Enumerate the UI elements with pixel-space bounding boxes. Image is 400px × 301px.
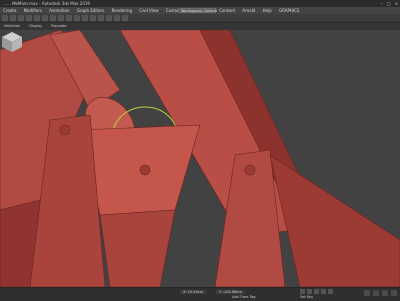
menu-arnold[interactable]: Arnold xyxy=(239,7,258,14)
render-setup-icon[interactable] xyxy=(114,15,120,21)
zoom-icon[interactable] xyxy=(364,290,370,296)
menu-civil-view[interactable]: Civil View xyxy=(136,7,161,14)
workspace-dropdown[interactable]: Workspaces: Default xyxy=(178,8,217,13)
ribbon-tab-selection[interactable]: Selection xyxy=(0,23,24,30)
menu-graphics[interactable]: GRAPHICS xyxy=(276,7,302,14)
window-controls: – □ × xyxy=(381,0,398,7)
ribbon-tab-populate[interactable]: Populate xyxy=(47,23,70,30)
layer-icon[interactable] xyxy=(98,15,104,21)
window-title: ...… MeMum.max - Autodesk 3ds Max 2019 xyxy=(3,1,90,6)
redo-icon[interactable] xyxy=(10,15,16,21)
next-frame-icon[interactable] xyxy=(321,289,326,294)
menu-modifiers[interactable]: Modifiers xyxy=(21,7,45,14)
maximize-icon[interactable]: □ xyxy=(387,0,391,7)
menu-bar: Create Modifiers Animation Graph Editors… xyxy=(0,7,400,14)
align-icon[interactable] xyxy=(90,15,96,21)
unlink-icon[interactable] xyxy=(26,15,32,21)
angle-snap-icon[interactable] xyxy=(74,15,80,21)
menu-content[interactable]: Content xyxy=(216,7,238,14)
go-to-start-icon[interactable] xyxy=(300,289,305,294)
menu-rendering[interactable]: Rendering xyxy=(109,7,135,14)
render-icon[interactable] xyxy=(122,15,128,21)
move-icon[interactable] xyxy=(42,15,48,21)
maximize-viewport-icon[interactable] xyxy=(391,290,397,296)
select-icon[interactable] xyxy=(34,15,40,21)
link-icon[interactable] xyxy=(18,15,24,21)
prev-frame-icon[interactable] xyxy=(307,289,312,294)
viewcube-icon[interactable] xyxy=(0,30,24,54)
orbit-icon[interactable] xyxy=(382,290,388,296)
menu-animation[interactable]: Animation xyxy=(46,7,72,14)
mirror-icon[interactable] xyxy=(82,15,88,21)
title-bar: ...… MeMum.max - Autodesk 3ds Max 2019 –… xyxy=(0,0,400,7)
close-icon[interactable]: × xyxy=(395,0,398,7)
y-coordinate[interactable]: Y: -101.68cm xyxy=(216,290,245,294)
go-to-end-icon[interactable] xyxy=(328,289,333,294)
x-coordinate[interactable]: X: 15.94cm xyxy=(180,290,207,294)
scale-icon[interactable] xyxy=(58,15,64,21)
coordinate-readout: X: 15.94cm Y: -101.68cm xyxy=(180,290,245,294)
undo-icon[interactable] xyxy=(2,15,8,21)
menu-graph-editors[interactable]: Graph Editors xyxy=(74,7,107,14)
status-bar: X: 15.94cm Y: -101.68cm Add Time Tag Set… xyxy=(0,287,400,301)
playback-controls xyxy=(300,289,333,294)
play-icon[interactable] xyxy=(314,289,319,294)
ribbon-bar: Selection Display Populate xyxy=(0,23,400,30)
set-key-button[interactable]: Set Key xyxy=(300,295,313,299)
rotate-icon[interactable] xyxy=(50,15,56,21)
add-time-tag-button[interactable]: Add Time Tag xyxy=(232,295,256,299)
pan-icon[interactable] xyxy=(373,290,379,296)
viewport[interactable] xyxy=(0,30,400,287)
minimize-icon[interactable]: – xyxy=(381,0,383,7)
viewport-navigation xyxy=(364,290,397,296)
main-toolbar xyxy=(0,14,400,23)
menu-help[interactable]: Help xyxy=(260,7,275,14)
material-editor-icon[interactable] xyxy=(106,15,112,21)
viewport-scene xyxy=(0,30,400,287)
model-right-beam[interactable] xyxy=(269,154,400,287)
menu-create[interactable]: Create xyxy=(0,7,19,14)
ribbon-tab-display[interactable]: Display xyxy=(25,23,46,30)
snap-icon[interactable] xyxy=(66,15,72,21)
